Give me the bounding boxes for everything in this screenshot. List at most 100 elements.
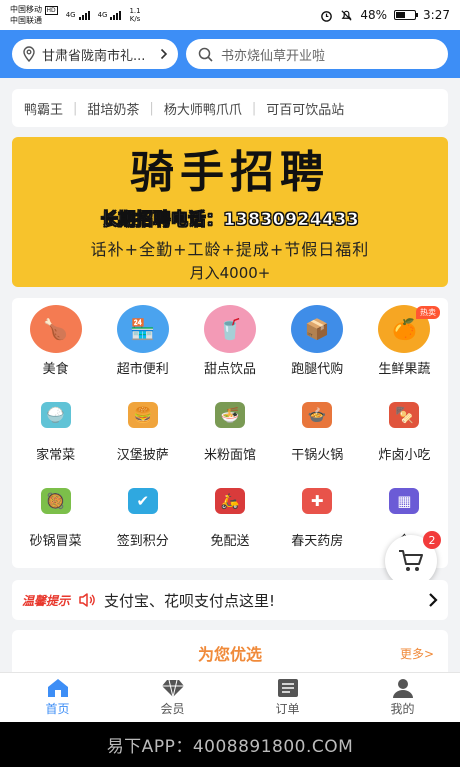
signal-2: 4G (97, 10, 122, 20)
status-right: 48% 3:27 (320, 8, 450, 22)
tab-label: 我的 (390, 702, 415, 716)
divider: | (73, 100, 78, 116)
status-bar: 中国移动 HD 中国联通 4G 4G 1.1 K/s 48% 3:27 (0, 0, 460, 30)
tab-orders[interactable]: 订单 (230, 673, 345, 722)
user-icon (392, 679, 413, 698)
recruitment-banner[interactable]: 骑手招聘 长期招聘电话：13830924433 话补+全勤+工龄+提成+节假日福… (12, 137, 448, 287)
shop-tag[interactable]: 杨大师鸭爪爪 (164, 99, 242, 118)
banner-benefits: 话补+全勤+工龄+提成+节假日福利 (90, 240, 370, 259)
category-icon-wrap: ✚ (289, 476, 345, 526)
category-label: 甜点饮品 (203, 362, 256, 377)
clay-pot-icon: 🥘 (40, 488, 71, 514)
category-icon-wrap: 🍜 (202, 390, 258, 440)
tab-label: 会员 (160, 702, 185, 716)
category-clay-pot[interactable]: 🥘 砂锅冒菜 (12, 476, 99, 562)
mute-icon (341, 9, 352, 21)
snack-cart-icon: 🍢 (389, 402, 420, 428)
carrier-info: 中国移动 HD 中国联通 (10, 5, 58, 26)
location-pin-icon (23, 46, 35, 62)
noodle-bowl-icon: 🍜 (214, 402, 245, 428)
calendar-check-icon: ✔ (127, 488, 158, 514)
battery-icon (394, 10, 419, 20)
category-icon-wrap: 🛵 (202, 476, 258, 526)
category-delivery-box[interactable]: 📦 跑腿代购 (274, 304, 361, 390)
recommend-section: 为您优选 更多> (12, 630, 448, 676)
tab-member[interactable]: 会员 (115, 673, 230, 722)
signal-1: 4G (66, 10, 90, 20)
category-snack-cart[interactable]: 🍢 炸卤小吃 (361, 390, 448, 476)
battery-percent: 48% (360, 8, 388, 22)
category-label: 砂锅冒菜 (29, 534, 82, 549)
category-calendar-check[interactable]: ✔ 签到积分 (99, 476, 186, 562)
category-icon-wrap: 🥤 (202, 304, 258, 354)
signal-bars-icon (110, 10, 122, 20)
category-icon-wrap: 🍚 (28, 390, 84, 440)
burger-icon: 🍔 (127, 402, 158, 428)
category-hotpot[interactable]: 🍲 干锅火锅 (274, 390, 361, 476)
shop-tag[interactable]: 甜培奶茶 (87, 99, 139, 118)
clock: 3:27 (423, 8, 450, 22)
notice-tag: 温馨提示 (22, 593, 71, 608)
search-input[interactable]: 书亦烧仙草开业啦 (186, 39, 448, 69)
category-icon-wrap: 🍢 (376, 390, 432, 440)
search-placeholder: 书亦烧仙草开业啦 (221, 48, 326, 64)
category-bubble-tea[interactable]: 🥤 甜点饮品 (186, 304, 273, 390)
watermark-text: 易下APP：4008891800.COM (106, 737, 354, 757)
chevron-right-icon (160, 48, 168, 60)
category-store[interactable]: 🏪 超市便利 (99, 304, 186, 390)
chevron-right-icon (429, 593, 438, 607)
category-icon-wrap: 🏪 (115, 304, 171, 354)
category-label: 米粉面馆 (203, 448, 256, 463)
category-label: 家常菜 (36, 448, 76, 463)
banner-title: 骑手招聘 (130, 147, 330, 198)
category-burger[interactable]: 🍔 汉堡披萨 (99, 390, 186, 476)
shop-tags-row: 鸭霸王 | 甜培奶茶 | 杨大师鸭爪爪 | 可百可饮品站 (12, 89, 448, 127)
bottom-tab-bar: 首页 会员 订单 我的 (0, 672, 460, 722)
roast-chicken-icon: 🍗 (29, 305, 82, 353)
category-icon-wrap: ✔ (115, 476, 171, 526)
home-icon (47, 679, 68, 697)
category-pharmacy[interactable]: ✚ 春天药房 (274, 476, 361, 562)
category-icon-wrap: 🍗 (28, 304, 84, 354)
category-icon-wrap: ▦ (376, 476, 432, 526)
bubble-tea-icon: 🥤 (203, 305, 256, 353)
tab-label: 首页 (45, 702, 70, 716)
search-icon (198, 47, 213, 62)
network-speed: 1.1 K/s (129, 7, 140, 23)
payment-notice[interactable]: 温馨提示 支付宝、花呗支付点这里! (12, 580, 448, 620)
banner-phone: 长期招聘电话：13830924433 (100, 210, 360, 231)
banner-salary: 月入4000+ (189, 264, 271, 282)
category-icon-wrap: 🍲 (289, 390, 345, 440)
recommend-title: 为您优选 (197, 645, 262, 664)
category-label: 生鲜果蔬 (378, 362, 431, 377)
battery-fill (396, 12, 405, 18)
grid-icon: ▦ (389, 488, 420, 514)
category-label: 免配送 (210, 534, 250, 549)
order-list-icon (277, 679, 298, 697)
category-label: 美食 (42, 362, 69, 377)
carrier-2: 中国联通 (10, 15, 42, 25)
tab-label: 订单 (275, 702, 300, 716)
more-link[interactable]: 更多> (400, 645, 434, 662)
app-header: 甘肃省陇南市礼... 书亦烧仙草开业啦 (0, 30, 460, 78)
category-scooter[interactable]: 🛵 免配送 (186, 476, 273, 562)
tab-home[interactable]: 首页 (0, 673, 115, 722)
network-type-2: 4G (97, 11, 108, 19)
divider: | (149, 100, 154, 116)
location-selector[interactable]: 甘肃省陇南市礼... (12, 39, 178, 69)
category-rice-bowl[interactable]: 🍚 家常菜 (12, 390, 99, 476)
category-icon-wrap: 🍔 (115, 390, 171, 440)
location-text: 甘肃省陇南市礼... (42, 48, 146, 64)
carrier-1: 中国移动 (10, 4, 42, 14)
shop-tag[interactable]: 可百可饮品站 (266, 99, 344, 118)
category-grid: 🍗 美食 🏪 超市便利 🥤 甜点饮品 📦 跑腿代购 🍊 生鲜果蔬 热卖 🍚 家常菜 🍔 汉堡披萨 🍜 米粉面馆 🍲… (12, 298, 448, 562)
category-noodle-bowl[interactable]: 🍜 米粉面馆 (186, 390, 273, 476)
category-icon-wrap: 📦 (289, 304, 345, 354)
shop-tag[interactable]: 鸭霸王 (24, 99, 63, 118)
category-label: 跑腿代购 (291, 362, 344, 377)
tab-profile[interactable]: 我的 (345, 673, 460, 722)
hotpot-icon: 🍲 (302, 402, 333, 428)
category-orange[interactable]: 🍊 生鲜果蔬 热卖 (361, 304, 448, 390)
speed-value: 1.1 (129, 7, 141, 15)
category-roast-chicken[interactable]: 🍗 美食 (12, 304, 99, 390)
